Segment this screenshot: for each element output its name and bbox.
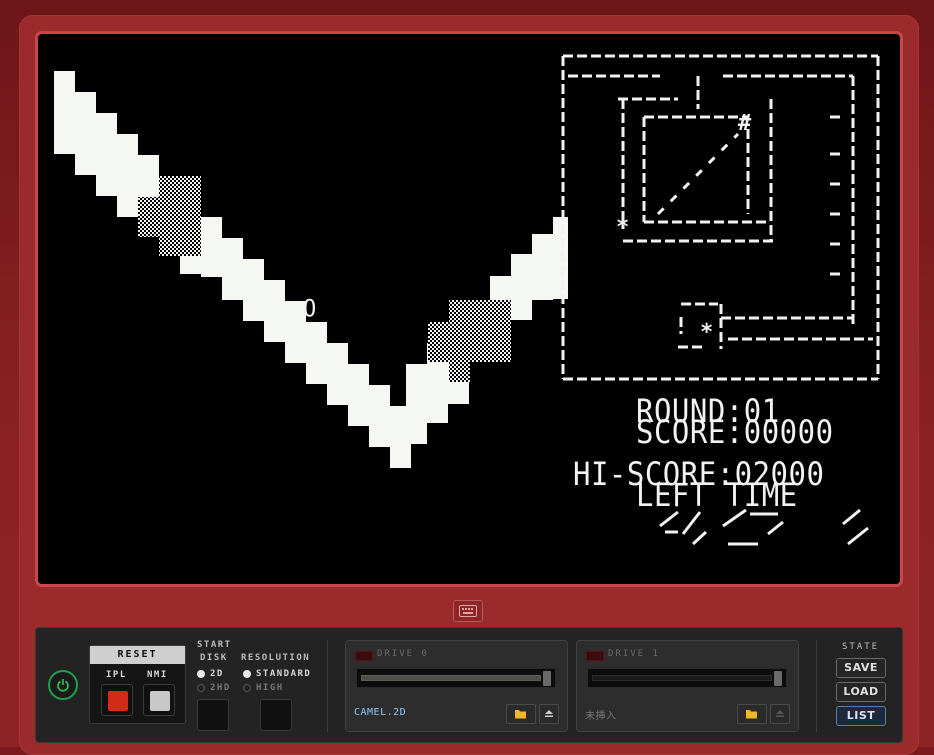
nmi-label: NMI [147, 670, 168, 680]
save-state-button[interactable]: SAVE [836, 658, 886, 678]
maze-hash-marker: # [738, 111, 752, 136]
snake-left [54, 71, 411, 468]
resolution-standard-label: STANDARD [256, 669, 312, 679]
start-disk-2d-label: 2D [210, 669, 224, 679]
resolution-high-label: HIGH [256, 683, 284, 693]
drive-1-led [586, 651, 604, 661]
start-disk-title-1: START [197, 640, 232, 650]
drive-1-slot[interactable] [587, 668, 787, 688]
start-disk-title-2: DISK [200, 653, 228, 663]
control-panel: RESET IPL NMI START DISK 2D 2HD RESOLUTI… [35, 627, 903, 743]
maze-markers: * * # [616, 111, 752, 345]
resolution-title: RESOLUTION [241, 653, 311, 663]
folder-icon [746, 710, 757, 719]
ipl-label: IPL [106, 670, 127, 680]
nmi-reset-button[interactable] [143, 684, 175, 716]
folder-icon [515, 710, 526, 719]
resolution-high-radio[interactable] [243, 684, 251, 692]
start-disk-2d-radio[interactable] [197, 670, 205, 678]
reset-title: RESET [90, 646, 185, 664]
drive-1-eject-button[interactable] [770, 704, 790, 724]
drive-1-filename: 未挿入 [585, 711, 617, 722]
power-icon [57, 679, 69, 692]
divider [327, 640, 328, 732]
drive-1: DRIVE 1 未挿入 [576, 640, 799, 732]
keyboard-toggle-button[interactable] [453, 600, 483, 622]
maze-star-marker: * [700, 320, 713, 345]
score-text: SCORE:00000 [636, 413, 834, 451]
maze-map [561, 54, 880, 381]
eject-icon [776, 710, 784, 717]
drive-0: DRIVE 0 CAMEL.2D [345, 640, 568, 732]
drive-0-open-button[interactable] [506, 704, 536, 724]
load-state-button[interactable]: LOAD [836, 682, 886, 702]
start-disk-2hd-radio[interactable] [197, 684, 205, 692]
reset-group: RESET IPL NMI [89, 645, 186, 724]
resolution-standard-radio[interactable] [243, 670, 251, 678]
drive-0-led [355, 651, 373, 661]
resolution-button[interactable] [260, 699, 292, 731]
drive-0-slot[interactable] [356, 668, 556, 688]
list-state-button[interactable]: LIST [836, 706, 886, 726]
start-disk-button[interactable] [197, 699, 229, 731]
drive-0-filename: CAMEL.2D [354, 707, 407, 718]
maze-star-marker: * [616, 215, 629, 240]
start-disk-2hd-label: 2HD [210, 683, 231, 693]
divider [816, 640, 817, 732]
emulator-screen[interactable]: * * # ROUND:01 SCORE:00000 HI-SCORE:0200… [35, 31, 903, 587]
drive-1-open-button[interactable] [737, 704, 767, 724]
player-character: O [303, 295, 317, 324]
left-time-label: LEFT TIME [636, 476, 798, 514]
drive-0-eject-button[interactable] [539, 704, 559, 724]
keyboard-icon [459, 605, 477, 617]
ipl-reset-button[interactable] [101, 684, 133, 716]
state-title: STATE [842, 642, 880, 652]
drive-1-name: DRIVE 1 [608, 649, 660, 659]
left-time-gauge [659, 508, 869, 546]
eject-icon [545, 710, 553, 717]
drive-0-name: DRIVE 0 [377, 649, 429, 659]
power-button[interactable] [48, 670, 78, 700]
